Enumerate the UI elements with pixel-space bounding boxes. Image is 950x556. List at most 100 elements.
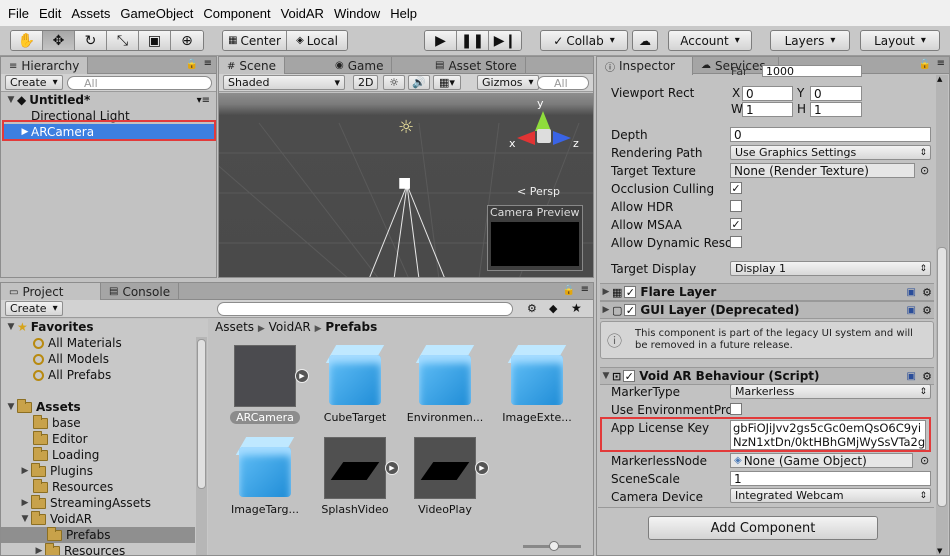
scroll-up-icon[interactable]: ▲ [937, 75, 942, 83]
viewport-w-input[interactable]: 1 [742, 102, 793, 117]
depth-input[interactable]: 0 [730, 127, 931, 142]
folder-voidar[interactable]: ▼ VoidAR [1, 510, 208, 527]
collab-button[interactable]: ✓ Collab [540, 30, 628, 51]
hierarchy-search-input[interactable]: All [67, 76, 212, 90]
fav-item-models[interactable]: All Models [1, 351, 208, 367]
menu-assets[interactable]: Assets [66, 6, 115, 21]
icon-size-slider-thumb[interactable] [549, 541, 559, 551]
component-gear-icon[interactable]: ⚙ [922, 304, 932, 317]
asset-arcamera[interactable]: ▶ ARCamera [225, 345, 309, 424]
app-license-key-input[interactable]: gbFiOJiJvv2gs5cGc0emQsO6C9yi NzN1xtDn/0k… [730, 420, 926, 450]
markerless-node-field[interactable]: ◈ None (Game Object) [730, 453, 913, 468]
gui-layer-header[interactable]: ▶ ▢ ✓ GUI Layer (Deprecated) ▣ ⚙ [600, 301, 934, 319]
play-icon[interactable]: ▶ [425, 31, 457, 50]
tree-scrollbar[interactable] [196, 337, 207, 555]
camera-device-dropdown[interactable]: Integrated Webcam [730, 488, 931, 503]
target-display-dropdown[interactable]: Display 1 [730, 261, 931, 276]
menu-help[interactable]: Help [385, 6, 422, 21]
asset-environment[interactable]: Environmen... [405, 345, 485, 424]
2d-toggle[interactable]: 2D [353, 75, 379, 90]
void-ar-enable-checkbox[interactable]: ✓ [623, 370, 636, 382]
expand-right-icon[interactable]: ▶ [19, 498, 31, 508]
expand-prefab-icon[interactable]: ▶ [475, 461, 489, 475]
expand-down-icon[interactable]: ▼ [5, 95, 17, 105]
folder-editor[interactable]: Editor [1, 430, 208, 447]
breadcrumb-assets[interactable]: Assets [215, 320, 254, 334]
audio-toggle-icon[interactable]: 🔊 [408, 75, 430, 90]
panel-menu-icon[interactable]: ≡ [204, 58, 212, 69]
breadcrumb-prefabs[interactable]: Prefabs [325, 320, 377, 334]
effects-toggle-icon[interactable]: ▦▾ [433, 75, 461, 90]
expand-right-icon[interactable]: ▶ [600, 305, 612, 315]
tree-scrollbar-thumb[interactable] [197, 339, 206, 489]
component-gear-icon[interactable]: ⚙ [922, 370, 932, 383]
add-component-button[interactable]: Add Component [648, 516, 878, 540]
hand-tool-icon[interactable]: ✋ [11, 31, 43, 50]
tab-asset-store[interactable]: ▤ Asset Store [427, 57, 526, 74]
folder-prefabs[interactable]: Prefabs [1, 526, 195, 543]
axis-gizmo[interactable]: y x z [507, 97, 587, 167]
filter-type-icon[interactable]: ⚙ [527, 302, 537, 315]
scroll-down-icon[interactable]: ▼ [937, 547, 942, 555]
expand-down-icon[interactable]: ▼ [5, 322, 17, 332]
allow-dynamic-resolution-checkbox[interactable] [730, 236, 742, 248]
local-button[interactable]: ◈ Local [287, 31, 347, 50]
component-gear-icon[interactable]: ⚙ [922, 286, 932, 299]
persp-label[interactable]: < Persp [517, 185, 560, 198]
hierarchy-item-arcamera[interactable]: ▶ ARCamera [3, 124, 214, 140]
project-create-button[interactable]: Create [5, 301, 63, 316]
tab-scene[interactable]: # Scene [219, 57, 285, 75]
cloud-icon[interactable]: ☁ [632, 30, 658, 51]
flare-layer-header[interactable]: ▶ ▦ ✓ Flare Layer ▣ ⚙ [600, 283, 934, 301]
step-icon[interactable]: ▶❙ [489, 31, 521, 50]
tab-game[interactable]: ◉ Game [327, 57, 393, 74]
occlusion-culling-checkbox[interactable]: ✓ [730, 182, 742, 194]
expand-right-icon[interactable]: ▶ [19, 127, 31, 137]
folder-plugins[interactable]: ▶ Plugins [1, 462, 208, 479]
lighting-toggle-icon[interactable]: ☼ [383, 75, 405, 90]
flare-layer-enable-checkbox[interactable]: ✓ [624, 286, 637, 298]
menu-file[interactable]: File [3, 6, 34, 21]
inspector-menu-icon[interactable]: ≡ [937, 58, 945, 69]
project-lock-icon[interactable]: 🔒 [563, 285, 575, 296]
scene-root-row[interactable]: ▼ ◆ Untitled* ▾≡ [1, 92, 216, 108]
tab-project[interactable]: ▭ Project [1, 283, 101, 301]
menu-voidar[interactable]: VoidAR [276, 6, 329, 21]
assets-row[interactable]: ▼ Assets [1, 398, 208, 415]
menu-gameobject[interactable]: GameObject [115, 6, 198, 21]
hierarchy-item-directional-light[interactable]: Directional Light [1, 108, 216, 124]
scale-tool-icon[interactable]: ⤡ [107, 31, 139, 50]
target-texture-field[interactable]: None (Render Texture) [730, 163, 915, 178]
expand-down-icon[interactable]: ▼ [19, 514, 31, 524]
layout-button[interactable]: Layout [860, 30, 940, 51]
hierarchy-create-button[interactable]: Create [5, 75, 63, 90]
layers-button[interactable]: Layers [770, 30, 850, 51]
folder-resources[interactable]: Resources [1, 478, 208, 495]
tab-hierarchy[interactable]: ≡ Hierarchy [1, 57, 89, 75]
project-menu-icon[interactable]: ≡ [581, 284, 589, 295]
inspector-scrollbar[interactable]: ▲ ▼ [936, 75, 948, 555]
shading-mode-dropdown[interactable]: Shaded ▾ [223, 75, 345, 90]
project-search-input[interactable] [217, 302, 513, 316]
pause-icon[interactable]: ❚❚ [457, 31, 489, 50]
asset-videoplay[interactable]: ▶ VideoPlay [405, 437, 489, 516]
rotate-tool-icon[interactable]: ↻ [75, 31, 107, 50]
asset-imagetarget[interactable]: ImageTarg... [225, 437, 305, 516]
expand-right-icon[interactable]: ▶ [600, 287, 612, 297]
allow-msaa-checkbox[interactable]: ✓ [730, 218, 742, 230]
transform-tool-icon[interactable]: ⊕ [171, 31, 203, 50]
folder-streamingassets[interactable]: ▶ StreamingAssets [1, 494, 208, 511]
scene-scale-input[interactable]: 1 [730, 471, 931, 486]
menu-window[interactable]: Window [329, 6, 385, 21]
move-tool-icon[interactable]: ✥ [43, 31, 75, 50]
object-picker-icon[interactable]: ⊙ [920, 454, 929, 467]
use-environment-checkbox[interactable] [730, 403, 742, 415]
tab-inspector[interactable]: ⓘ Inspector [597, 57, 693, 75]
icon-size-slider[interactable] [523, 541, 581, 551]
expand-prefab-icon[interactable]: ▶ [385, 461, 399, 475]
folder-loading[interactable]: Loading [1, 446, 208, 463]
allow-hdr-checkbox[interactable] [730, 200, 742, 212]
expand-prefab-icon[interactable]: ▶ [295, 369, 309, 383]
help-book-icon[interactable]: ▣ [907, 305, 916, 316]
scene-menu-icon[interactable]: ▾≡ [197, 95, 210, 106]
